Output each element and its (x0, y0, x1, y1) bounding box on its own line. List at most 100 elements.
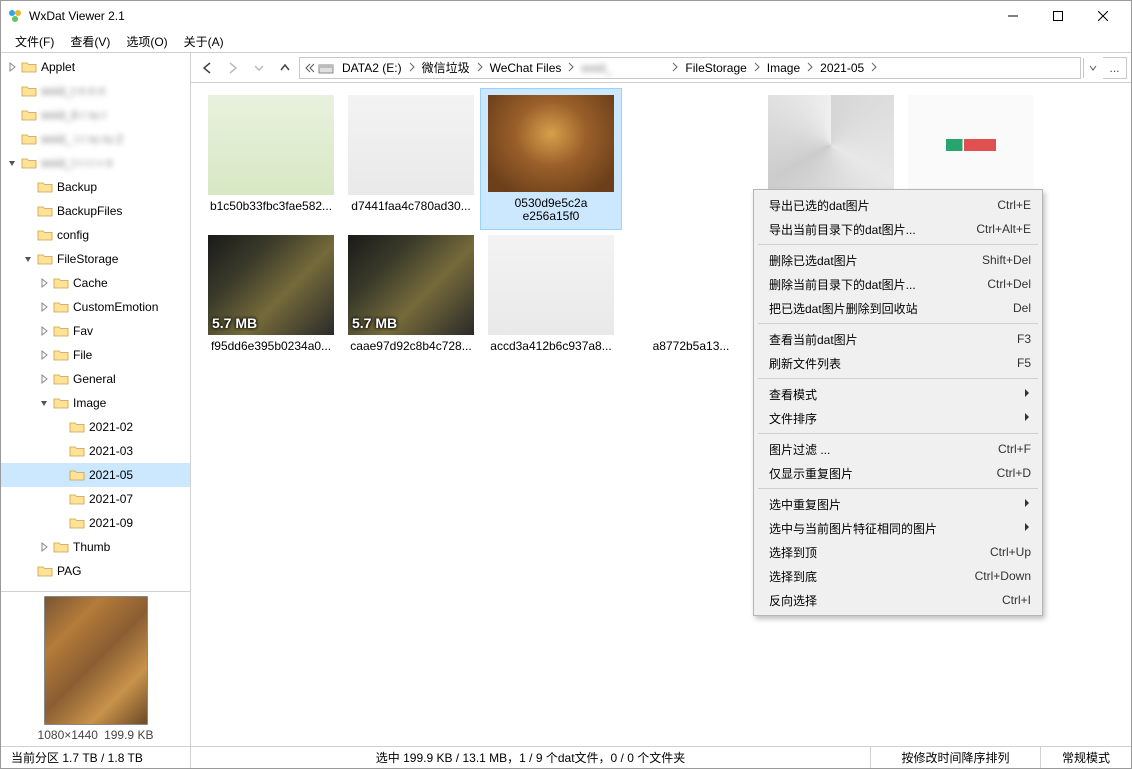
chevron-right-icon[interactable] (868, 61, 880, 75)
context-menu-item[interactable]: 仅显示重复图片Ctrl+D (757, 461, 1039, 485)
tree-row[interactable]: 2021-07 (1, 487, 190, 511)
tree-row[interactable]: wxid_lt r ru r (1, 103, 190, 127)
tree-row[interactable]: PAG (1, 559, 190, 583)
breadcrumb-overflow[interactable] (302, 58, 316, 78)
tree-expand-toggle[interactable] (37, 396, 51, 410)
tree-expand-toggle[interactable] (37, 300, 51, 314)
tree-label: Applet (41, 60, 190, 74)
thumbnail-filename: a8772b5a13... (628, 339, 754, 353)
context-menu-item[interactable]: 查看模式 (757, 382, 1039, 406)
context-menu-item[interactable]: 删除当前目录下的dat图片...Ctrl+Del (757, 272, 1039, 296)
chevron-right-icon[interactable] (474, 61, 486, 75)
context-menu-item[interactable]: 导出当前目录下的dat图片...Ctrl+Alt+E (757, 217, 1039, 241)
nav-forward-button[interactable] (221, 56, 245, 80)
tree-expand-toggle[interactable] (21, 252, 35, 266)
folder-icon (21, 156, 37, 170)
thumbnail-item[interactable]: b1c50b33fbc3fae582... (201, 89, 341, 229)
thumbnail-item[interactable]: 0530d9e5c2ae256a15f0 (481, 89, 621, 229)
tree-expand-toggle[interactable] (37, 348, 51, 362)
breadcrumb-segment[interactable]: 2021-05 (816, 58, 868, 78)
context-menu-item[interactable]: 导出已选的dat图片Ctrl+E (757, 193, 1039, 217)
tree-expand-toggle[interactable] (37, 276, 51, 290)
nav-history-button[interactable] (247, 56, 271, 80)
tree-row[interactable]: Applet (1, 55, 190, 79)
breadcrumb-dropdown[interactable] (1083, 58, 1101, 78)
tree-row[interactable]: wxid_ i r ru ru 2 (1, 127, 190, 151)
tree-row[interactable]: 2021-05 (1, 463, 190, 487)
tree-row[interactable]: Backup (1, 175, 190, 199)
menu-about[interactable]: 关于(A) (176, 31, 232, 52)
context-menu-label: 删除已选dat图片 (769, 252, 972, 269)
folder-tree[interactable]: Applet wxid_t ri ri ri wxid_lt r ru r wxid_… (1, 53, 190, 591)
thumbnail-item[interactable]: accd3a412b6c937a8... (481, 229, 621, 369)
menu-file[interactable]: 文件(F) (7, 31, 62, 52)
nav-back-button[interactable] (195, 56, 219, 80)
tree-row[interactable]: 2021-03 (1, 439, 190, 463)
window-maximize-button[interactable] (1035, 2, 1080, 30)
chevron-right-icon[interactable] (669, 61, 681, 75)
tree-expand-toggle[interactable] (37, 372, 51, 386)
menu-options[interactable]: 选项(O) (118, 31, 175, 52)
tree-row[interactable]: Fav (1, 319, 190, 343)
tree-row[interactable]: CustomEmotion (1, 295, 190, 319)
context-menu-item[interactable]: 反向选择Ctrl+I (757, 588, 1039, 612)
context-menu-item[interactable]: 图片过滤 ...Ctrl+F (757, 437, 1039, 461)
nav-up-button[interactable] (273, 56, 297, 80)
menu-view[interactable]: 查看(V) (62, 31, 118, 52)
tree-row[interactable]: FileStorage (1, 247, 190, 271)
tree-expand-toggle[interactable] (5, 60, 19, 74)
context-menu-accel: Ctrl+E (997, 198, 1031, 212)
breadcrumb-segment[interactable]: Image (763, 58, 804, 78)
chevron-double-left-icon (304, 63, 314, 73)
tree-expand-toggle[interactable] (5, 156, 19, 170)
breadcrumb-segment[interactable]: WeChat Files (486, 58, 566, 78)
tree-label: 2021-03 (89, 444, 190, 458)
folder-icon (53, 276, 69, 290)
preview-thumbnail (44, 596, 148, 725)
chevron-right-icon[interactable] (406, 61, 418, 75)
chevron-right-icon[interactable] (804, 61, 816, 75)
thumbnail-item[interactable]: 5.7 MBf95dd6e395b0234a0... (201, 229, 341, 369)
submenu-arrow-icon (1023, 411, 1031, 425)
tree-expand-toggle[interactable] (37, 324, 51, 338)
thumbnail-item[interactable]: 5.7 MBcaae97d92c8b4c728... (341, 229, 481, 369)
tree-row[interactable]: Thumb (1, 535, 190, 559)
chevron-right-icon[interactable] (751, 61, 763, 75)
tree-label: wxid_lt r ru r (41, 108, 190, 122)
tree-row[interactable]: General (1, 367, 190, 391)
breadcrumb-segment[interactable]: 微信垃圾 (418, 58, 474, 78)
context-menu-item[interactable]: 删除已选dat图片Shift+Del (757, 248, 1039, 272)
nav-more-button[interactable]: ... (1103, 57, 1127, 79)
tree-expand-toggle[interactable] (37, 540, 51, 554)
window-close-button[interactable] (1080, 2, 1125, 30)
breadcrumb-segment[interactable]: FileStorage (681, 58, 750, 78)
breadcrumb[interactable]: DATA2 (E:) 微信垃圾 WeChat Files wxid_ FileStor… (299, 57, 1081, 79)
context-menu-item[interactable]: 把已选dat图片删除到回收站Del (757, 296, 1039, 320)
breadcrumb-segment[interactable]: wxid_ (577, 58, 669, 78)
tree-row[interactable]: BackupFiles (1, 199, 190, 223)
tree-row[interactable]: config (1, 223, 190, 247)
context-menu-item[interactable]: 刷新文件列表F5 (757, 351, 1039, 375)
context-menu-item[interactable]: 选择到顶Ctrl+Up (757, 540, 1039, 564)
tree-row[interactable]: 2021-02 (1, 415, 190, 439)
thumbnail-item[interactable]: d7441faa4c780ad30... (341, 89, 481, 229)
tree-row[interactable]: wxid_l r i r r ri (1, 151, 190, 175)
tree-row[interactable]: wxid_t ri ri ri (1, 79, 190, 103)
context-menu-item[interactable]: 选中重复图片 (757, 492, 1039, 516)
chevron-right-icon[interactable] (565, 61, 577, 75)
window-minimize-button[interactable] (990, 2, 1035, 30)
folder-icon (69, 444, 85, 458)
context-menu-item[interactable]: 查看当前dat图片F3 (757, 327, 1039, 351)
tree-label: Thumb (73, 540, 190, 554)
tree-row[interactable]: Image (1, 391, 190, 415)
breadcrumb-segment[interactable]: DATA2 (E:) (338, 58, 406, 78)
context-menu-item[interactable]: 选择到底Ctrl+Down (757, 564, 1039, 588)
tree-row[interactable]: 2021-09 (1, 511, 190, 535)
thumbnails-area[interactable]: b1c50b33fbc3fae582...d7441faa4c780ad30..… (191, 83, 1131, 746)
context-menu-accel: Ctrl+Up (990, 545, 1031, 559)
tree-row[interactable]: Cache (1, 271, 190, 295)
context-menu-item[interactable]: 选中与当前图片特征相同的图片 (757, 516, 1039, 540)
tree-row[interactable]: File (1, 343, 190, 367)
thumbnail-item[interactable]: a8772b5a13... (621, 229, 761, 369)
context-menu-item[interactable]: 文件排序 (757, 406, 1039, 430)
